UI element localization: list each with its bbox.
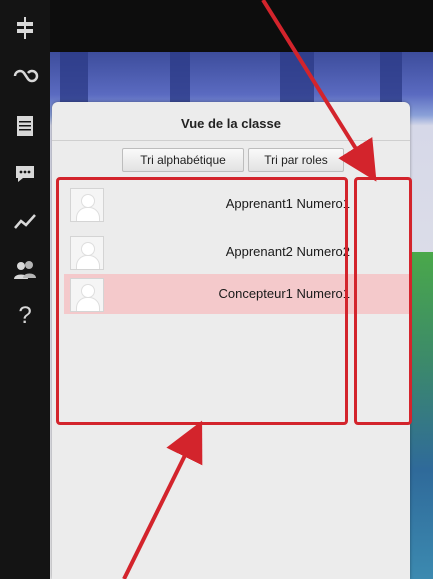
arrow-top	[261, 0, 377, 182]
annotation-arrows	[122, 0, 377, 579]
arrow-bottom	[122, 420, 203, 579]
